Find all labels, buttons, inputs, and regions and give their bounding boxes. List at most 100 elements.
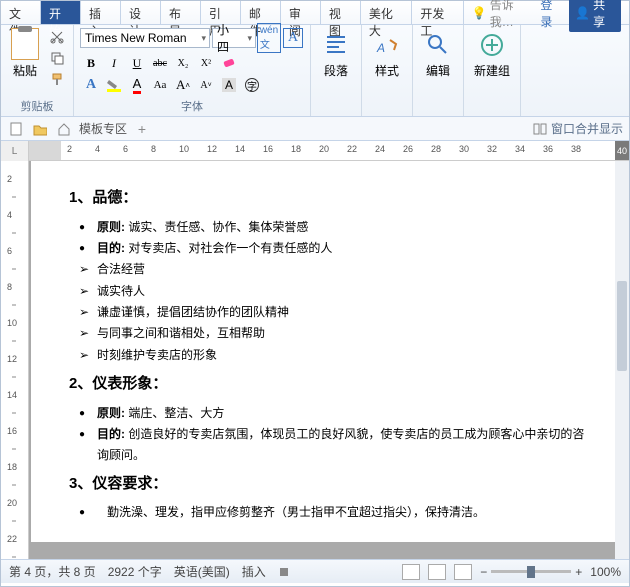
plus-circle-icon xyxy=(477,30,507,60)
document-icon xyxy=(9,122,23,136)
highlight-button[interactable] xyxy=(103,75,125,95)
login-link[interactable]: 登录 xyxy=(540,0,563,30)
paste-button[interactable]: 粘贴 xyxy=(7,28,43,79)
list-item: 合法经营 xyxy=(79,259,589,279)
word-count[interactable]: 2922 个字 xyxy=(108,563,162,580)
list-item: 原则: 诚实、责任感、协作、集体荣誉感 xyxy=(79,217,589,237)
editing-button[interactable]: 编辑 xyxy=(419,28,457,81)
web-layout-view[interactable] xyxy=(454,564,472,580)
insert-mode[interactable]: 插入 xyxy=(242,563,266,580)
ribbon: 粘贴 剪贴板 Times New Roman 小四 wén文 A B I U a… xyxy=(1,25,629,117)
group-font: Times New Roman 小四 wén文 A B I U abc X₂ X… xyxy=(74,25,311,116)
open-button[interactable] xyxy=(31,120,49,138)
styles-icon: A xyxy=(372,30,402,60)
zoom-out-button[interactable]: − xyxy=(480,565,487,579)
tab-design[interactable]: 设计 xyxy=(121,1,161,24)
record-icon xyxy=(278,566,290,578)
underline-button[interactable]: U xyxy=(126,53,148,73)
scroll-thumb[interactable] xyxy=(617,281,627,371)
list-item: 原则: 端庄、整洁、大方 xyxy=(79,403,589,423)
char-border-icon: A xyxy=(283,28,303,48)
paragraph-button[interactable]: 段落 xyxy=(317,28,355,81)
group-clipboard: 粘贴 剪贴板 xyxy=(1,25,74,116)
font-size-select[interactable]: 小四 xyxy=(212,28,256,48)
zoom-level[interactable]: 100% xyxy=(590,565,621,579)
grow-font-button[interactable]: A˄ xyxy=(172,75,194,95)
heading: 3、仪容要求： xyxy=(69,471,589,497)
menu-tabs: 文件 开始 插入 设计 布局 引用 邮件 审阅 视图 美化大 开发工 💡告诉我…… xyxy=(1,1,629,25)
ruler-corner: L xyxy=(1,141,29,161)
scissors-icon xyxy=(50,30,64,44)
list-item: 时刻维护专卖店的形象 xyxy=(79,345,589,365)
bold-button[interactable]: B xyxy=(80,53,102,73)
home-button[interactable] xyxy=(55,120,73,138)
styles-button[interactable]: A样式 xyxy=(368,28,406,81)
templates-link[interactable]: 模板专区 xyxy=(79,120,127,137)
format-painter-button[interactable] xyxy=(47,70,67,88)
language-indicator[interactable]: 英语(美国) xyxy=(174,563,230,580)
read-mode-view[interactable] xyxy=(428,564,446,580)
copy-button[interactable] xyxy=(47,49,67,67)
add-tab-button[interactable]: + xyxy=(133,120,151,138)
tab-file[interactable]: 文件 xyxy=(1,1,41,24)
zoom-in-button[interactable]: + xyxy=(575,565,582,579)
highlight-icon xyxy=(106,78,122,92)
group-paragraph: 段落 xyxy=(311,25,362,116)
superscript-button[interactable]: X² xyxy=(195,53,217,73)
print-layout-view[interactable] xyxy=(402,564,420,580)
tab-home[interactable]: 开始 xyxy=(41,1,81,24)
page: 1、品德： 原则: 诚实、责任感、协作、集体荣誉感 目的: 对专卖店、对社会作一… xyxy=(31,161,625,542)
horizontal-ruler[interactable]: L 402468101214161820222426283032343638 xyxy=(1,141,629,161)
new-doc-button[interactable] xyxy=(7,120,25,138)
char-shading-button[interactable]: A xyxy=(218,75,240,95)
text-effects-button[interactable]: A xyxy=(80,75,102,95)
group-new: 新建组 xyxy=(464,25,521,116)
merge-icon xyxy=(533,123,547,135)
page-indicator[interactable]: 第 4 页，共 8 页 xyxy=(9,563,96,580)
char-border-button[interactable]: A xyxy=(282,28,304,48)
paragraph-icon xyxy=(321,30,351,60)
phonetic-guide-button[interactable]: wén文 xyxy=(258,28,280,48)
italic-button[interactable]: I xyxy=(103,53,125,73)
strikethrough-button[interactable]: abc xyxy=(149,53,171,73)
heading: 1、品德： xyxy=(69,185,589,211)
group-styles: A样式 xyxy=(362,25,413,116)
list-item: 勤洗澡、理发，指甲应修剪整齐（男士指甲不宜超过指尖），保持清洁。 xyxy=(79,502,589,522)
vertical-ruler[interactable]: 246810121416182022 xyxy=(1,161,29,559)
home-icon xyxy=(57,122,71,136)
clear-format-button[interactable] xyxy=(218,53,240,73)
change-case-button[interactable]: Aa xyxy=(149,75,171,95)
macro-indicator[interactable] xyxy=(278,566,290,578)
list-item: 目的: 创造良好的专卖店氛围，体现员工的良好风貌，使专卖店的员工成为顾客心中亲切… xyxy=(79,424,589,465)
new-group-button[interactable]: 新建组 xyxy=(470,28,514,81)
bulb-icon: 💡 xyxy=(472,6,487,20)
wen-icon: wén文 xyxy=(257,23,281,53)
folder-icon xyxy=(33,122,47,136)
font-color-button[interactable]: A xyxy=(126,75,148,95)
copy-icon xyxy=(50,51,64,65)
zoom-track[interactable] xyxy=(491,570,571,573)
tab-mailings[interactable]: 邮件 xyxy=(241,1,281,24)
cut-button[interactable] xyxy=(47,28,67,46)
zoom-thumb[interactable] xyxy=(527,566,535,578)
share-button[interactable]: 👤共享 xyxy=(569,0,621,32)
tab-insert[interactable]: 插入 xyxy=(81,1,121,24)
merge-windows-button[interactable]: 窗口合并显示 xyxy=(533,120,623,137)
enclose-char-button[interactable]: 字 xyxy=(241,75,263,95)
list-item: 目的: 对专卖店、对社会作一个有责任感的人 xyxy=(79,238,589,258)
shrink-font-button[interactable]: A˅ xyxy=(195,75,217,95)
vertical-scrollbar[interactable] xyxy=(615,161,629,559)
font-name-select[interactable]: Times New Roman xyxy=(80,28,210,48)
tab-review[interactable]: 审阅 xyxy=(281,1,321,24)
tab-layout[interactable]: 布局 xyxy=(161,1,201,24)
eraser-icon xyxy=(221,55,237,71)
document-viewport[interactable]: 1、品德： 原则: 诚实、责任感、协作、集体荣誉感 目的: 对专卖店、对社会作一… xyxy=(29,161,629,559)
zoom-slider[interactable]: − + xyxy=(480,565,582,579)
list-item: 与同事之间和谐相处，互相帮助 xyxy=(79,323,589,343)
tab-beautify[interactable]: 美化大 xyxy=(361,1,412,24)
tab-developer[interactable]: 开发工 xyxy=(412,1,463,24)
tab-view[interactable]: 视图 xyxy=(321,1,361,24)
subscript-button[interactable]: X₂ xyxy=(172,53,194,73)
group-label: 剪贴板 xyxy=(7,97,67,115)
svg-text:A: A xyxy=(376,41,385,55)
